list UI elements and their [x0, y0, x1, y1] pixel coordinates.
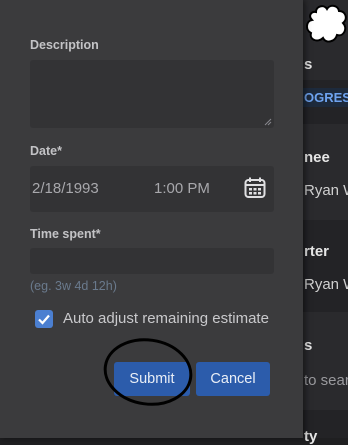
- time-input[interactable]: 1:00 PM: [154, 180, 210, 197]
- auto-adjust-label[interactable]: Auto adjust remaining estimate: [63, 310, 269, 327]
- panel-section: [298, 312, 348, 410]
- annotation-circle: [103, 338, 193, 406]
- field-label-reporter: rter: [304, 243, 330, 260]
- assignee-value[interactable]: Ryan W: [304, 182, 348, 199]
- status-badge[interactable]: OGRES: [300, 88, 348, 107]
- date-label: Date*: [30, 144, 62, 158]
- field-label-labels: s: [304, 337, 313, 354]
- time-spent-hint: (eg. 3w 4d 12h): [30, 279, 117, 293]
- cancel-button[interactable]: Cancel: [196, 362, 270, 396]
- time-spent-label: Time spent*: [30, 227, 101, 241]
- time-spent-input[interactable]: [30, 248, 274, 274]
- calendar-icon[interactable]: [244, 177, 266, 199]
- panel-section: [298, 124, 348, 220]
- thought-cloud-icon: [306, 4, 347, 43]
- date-time-picker[interactable]: 2/18/1993 1:00 PM: [30, 166, 274, 212]
- field-label-assignee: nee: [304, 149, 330, 166]
- reporter-value[interactable]: Ryan W: [304, 276, 348, 293]
- labels-search-placeholder[interactable]: to sear: [304, 372, 348, 389]
- checkmark-icon: [38, 314, 50, 325]
- resize-handle-icon[interactable]: [264, 118, 272, 126]
- description-label: Description: [30, 38, 99, 52]
- date-input[interactable]: 2/18/1993: [32, 180, 99, 197]
- field-label-priority: ty: [304, 428, 318, 445]
- auto-adjust-checkbox[interactable]: [35, 310, 53, 328]
- field-label-status: s: [304, 56, 313, 73]
- description-textarea[interactable]: [30, 60, 274, 128]
